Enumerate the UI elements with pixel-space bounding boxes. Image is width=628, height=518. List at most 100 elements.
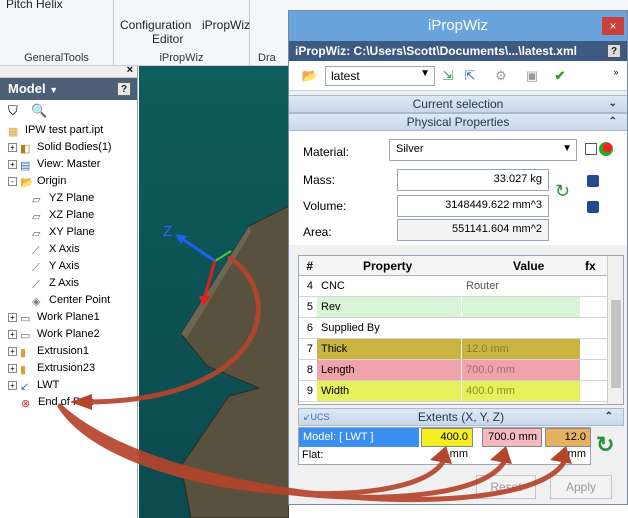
find-icon[interactable]: 🔍 [31,103,47,118]
expand-icon[interactable]: + [8,380,17,390]
help-icon[interactable]: ? [117,82,131,96]
value-cell[interactable]: 700.0 mm [462,360,580,380]
row-number: 9 [306,385,313,397]
tree-item-label: XZ Plane [49,209,95,221]
expand-icon[interactable]: + [8,159,17,169]
tree-item[interactable]: + ▮ Extrusion1 [4,343,137,360]
model-label[interactable]: Model: [ LWT ] [299,428,419,447]
collapse-icon[interactable]: ⌃ [605,409,613,425]
expand-icon[interactable]: + [8,142,17,152]
col-number[interactable]: # [299,256,315,275]
pitch-helix-button[interactable]: Pitch Helix [6,0,63,11]
group-label-ipropwiz: iPropWiz [159,52,204,64]
extents-bar[interactable]: ↙UCS Extents (X, Y, Z) ⌃ [298,408,624,426]
tree-item-label: XY Plane [49,226,95,238]
property-cell: Supplied By [317,318,461,338]
part-graphic: Z [163,205,290,518]
general-tools-group: Pitch Helix GeneralTools [0,0,114,66]
tree-item[interactable]: + ▤ View: Master [4,156,137,173]
group-label-draw: Dra [258,52,276,64]
tree-item[interactable]: - 📂 Origin [4,173,137,190]
plane-icon: ▱ [32,228,41,241]
tree-item[interactable]: + ◧ Solid Bodies(1) [4,139,137,156]
tree-item[interactable]: ▱ XZ Plane [4,207,137,224]
value-cell[interactable] [462,297,580,317]
expand-icon[interactable]: + [8,346,17,356]
property-cell: Length [317,360,461,380]
ucs-label: UCS [310,412,330,422]
col-fx[interactable]: fx [581,256,603,275]
tree-item[interactable]: ⟋ Y Axis [4,258,137,275]
tree-item-label: Extrusion23 [37,362,96,374]
3d-viewport[interactable]: Z [139,66,290,518]
model-header[interactable]: Model ▼ ? [0,78,137,100]
table-row[interactable]: 4 CNC Router [299,276,623,297]
close-icon[interactable]: × [127,64,133,76]
table-row[interactable]: 8 Length 700.0 mm [299,360,623,381]
row-number: 6 [306,322,313,334]
workplane-icon: ▭ [20,313,31,326]
tree-item[interactable]: + ▭ Work Plane2 [4,326,137,343]
col-value[interactable]: Value [509,256,544,275]
apply-button[interactable]: Apply [550,475,612,499]
ipropwiz-button[interactable]: iPropWiz [202,18,250,32]
extent-x: 400.0 mm [421,428,473,460]
tree-item[interactable]: ▦ IPW test part.ipt [4,122,137,139]
end-of-part-icon: ⊗ [21,398,31,411]
tree-item[interactable]: + ↙ LWT [4,377,137,394]
table-row[interactable]: 9 Width 400.0 mm [299,381,623,402]
tree-item[interactable]: + ▮ Extrusion23 [4,360,137,377]
reset-button[interactable]: Reset [476,475,536,499]
expand-icon[interactable]: + [8,363,17,373]
tree-item[interactable]: ⟋ X Axis [4,241,137,258]
expand-icon[interactable]: + [8,329,17,339]
configuration-editor-button[interactable]: Configuration [120,18,191,32]
tree-item[interactable]: ◈ Center Point [4,292,137,309]
table-row[interactable]: 5 Rev [299,297,623,318]
ucs-icon: ↙ [20,381,30,394]
col-property[interactable]: Property [359,256,412,275]
extent-z: 12.0 mm [545,428,591,460]
property-cell: Width [317,381,461,401]
collapse-icon[interactable]: - [8,176,17,186]
tree-item-label: YZ Plane [49,192,95,204]
tree-item-label: Solid Bodies(1) [37,141,112,153]
grid-header: # Property Value fx [299,256,623,276]
tree-item-label: Z Axis [49,277,79,289]
window-lower: # Property Value fx 4 CNC Router 5 Rev 6 Suppl… [288,10,628,505]
row-number: 4 [306,280,313,292]
expand-icon[interactable]: + [8,312,17,322]
model-tree: ▦ IPW test part.ipt + ◧ Solid Bodies(1) + ▤ Vie… [0,122,137,411]
part-icon: ▦ [8,126,19,139]
table-row[interactable]: 6 Supplied By [299,318,623,339]
tree-item[interactable]: ▱ YZ Plane [4,190,137,207]
value-cell[interactable]: 400.0 mm [462,381,580,401]
point-icon: ◈ [32,296,41,309]
tree-item-label: Center Point [49,294,111,306]
tree-item-label: End of Part [38,396,94,408]
extrusion-icon: ▮ [20,364,27,377]
workplane-icon: ▭ [20,330,31,343]
tree-item-label: Y Axis [49,260,80,272]
extents-title: Extents (X, Y, Z) [417,410,505,424]
tree-item-label: LWT [37,379,60,391]
tree-item[interactable]: ▱ XY Plane [4,224,137,241]
grid-scrollbar[interactable] [607,256,623,404]
tree-item[interactable]: ⟋ Z Axis [4,275,137,292]
folder-icon: 📂 [20,177,34,190]
z-axis-label: Z [163,223,172,240]
value-cell[interactable]: Router [462,276,580,296]
tree-item-label: IPW test part.ipt [25,124,104,136]
scroll-thumb[interactable] [611,300,621,388]
value-cell[interactable] [462,318,580,338]
extents-model-row: Model: [ LWT ] 400.0 mm 700.0 mm 12.0 mm [299,428,591,460]
tree-item[interactable]: + ▭ Work Plane1 [4,309,137,326]
tree-item-label: X Axis [49,243,80,255]
dropdown-icon[interactable]: ▼ [49,85,58,95]
draw-group: Dra [250,0,290,66]
filter-icon[interactable]: ⛉ [8,103,18,118]
table-row[interactable]: 7 Thick 12.0 mm [299,339,623,360]
tree-item[interactable]: ⊗ End of Part [4,394,137,411]
refresh-icon[interactable]: ↻ [596,432,620,458]
value-cell[interactable]: 12.0 mm [462,339,580,359]
